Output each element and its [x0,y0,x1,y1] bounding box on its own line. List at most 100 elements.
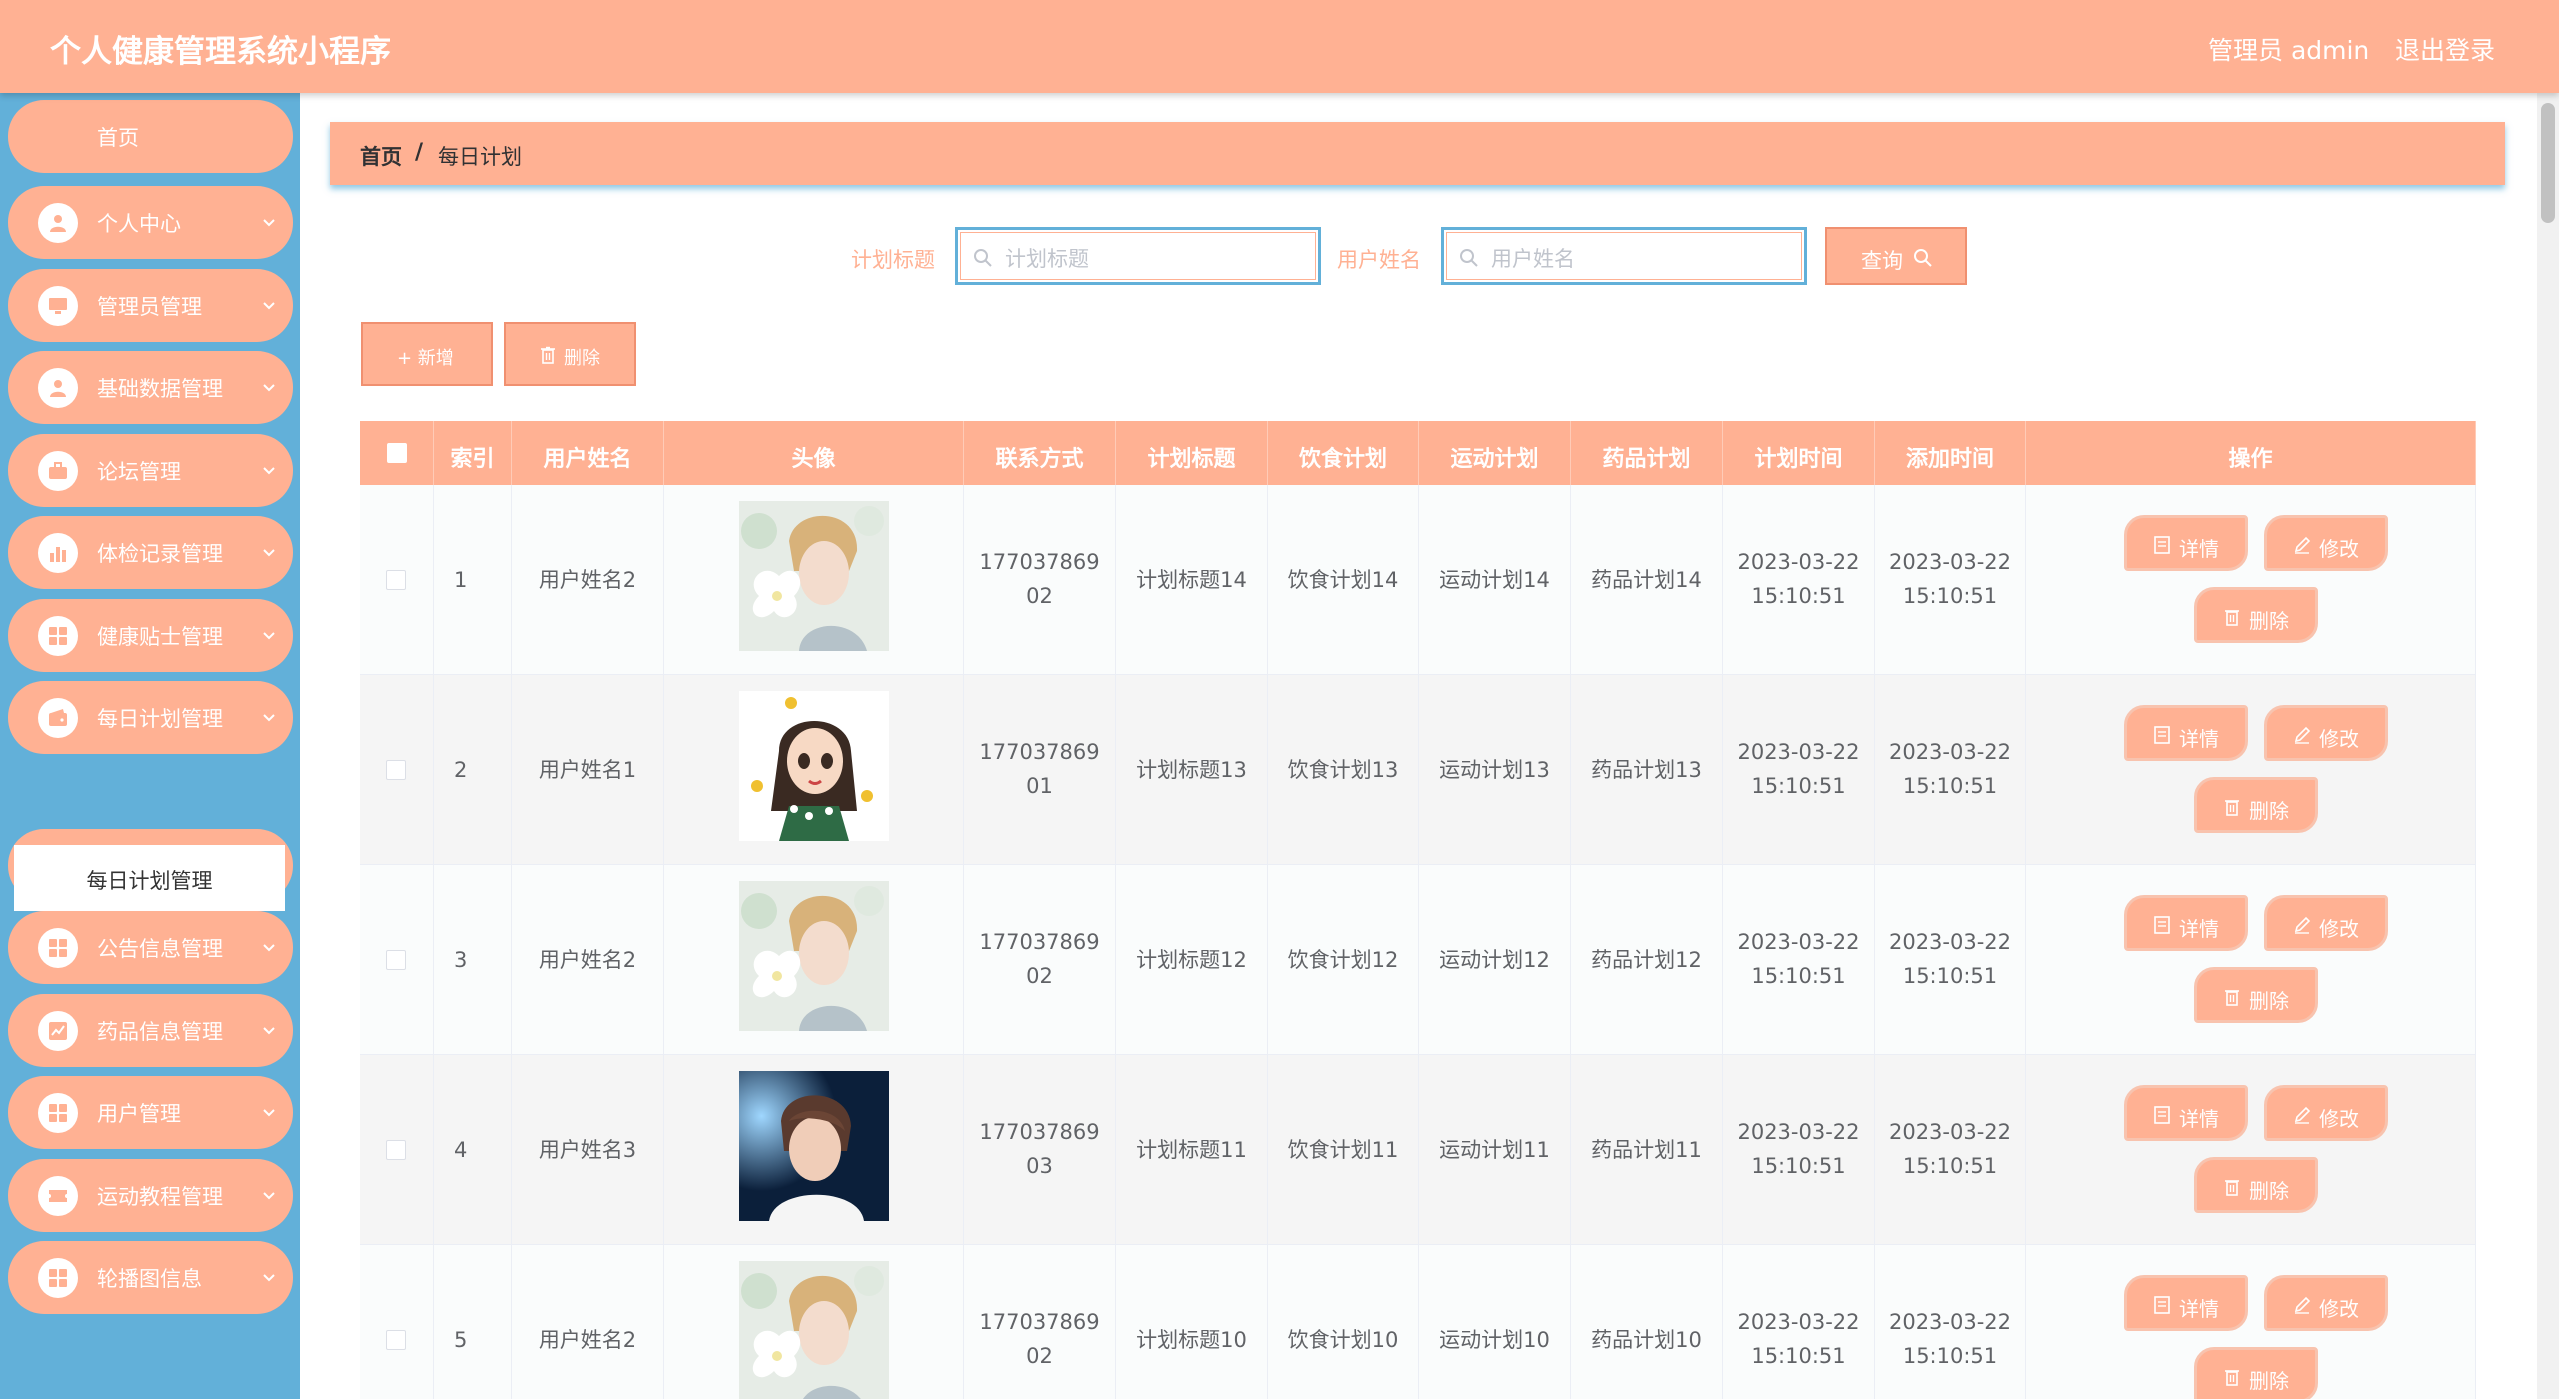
wallet-icon [49,709,67,726]
table-row[interactable]: 3 用户姓名2 177037869 02 计划标题12 饮食计划12 运动计划12 药品计划1… [360,865,2476,1055]
delete-button[interactable]: 删除 [2194,1157,2318,1213]
sidebar-item-label: 公告信息管理 [97,937,223,961]
breadcrumb-home[interactable]: 首页 [360,141,402,171]
sidebar-item-9[interactable]: 公告信息管理 [8,911,293,984]
menu-icon-wrap [38,1093,78,1133]
delete-button-label: 删除 [2249,799,2289,823]
query-button-label: 查询 [1861,249,1903,273]
sidebar-item-13[interactable]: 轮播图信息 [8,1241,293,1314]
add-button[interactable]: + 新增 [361,322,493,386]
table-cell [664,865,964,1055]
cell-text: 饮食计划14 [1287,568,1399,592]
detail-button-label: 详情 [2179,1297,2219,1321]
plan-title-input[interactable] [1005,245,1305,273]
submenu-item-daily-plan[interactable]: 每日计划管理 [14,845,285,911]
detail-button[interactable]: 详情 [2124,895,2248,951]
sidebar-item-label: 体检记录管理 [97,542,223,566]
plan-title-field[interactable] [955,227,1321,285]
detail-button[interactable]: 详情 [2124,705,2248,761]
cell-text: 2023-03-22 [1737,740,1860,764]
row-checkbox[interactable] [386,1140,406,1160]
user-name-field[interactable] [1441,227,1807,285]
table-row[interactable]: 2 用户姓名1 177037869 01 计划标题13 饮食计划13 运动计划13 药品计划1… [360,675,2476,865]
menu-icon-wrap [38,368,78,408]
detail-button[interactable]: 详情 [2124,1275,2248,1331]
search-icon [1460,249,1478,267]
table-cell: 2023-03-22 15:10:51 [1875,675,2026,865]
cell-text: 5 [454,1328,468,1352]
sidebar-item-4[interactable]: 论坛管理 [8,434,293,507]
table-cell: 计划标题14 [1116,485,1268,675]
user-icon [50,215,66,232]
select-all-checkbox[interactable] [387,443,407,463]
cell-text: 15:10:51 [1751,584,1846,608]
header-cell: 操作 [2026,421,2476,485]
header-cell: 添加时间 [1875,421,2026,485]
sidebar-item-12[interactable]: 运动教程管理 [8,1159,293,1232]
table-cell: 运动计划10 [1419,1245,1571,1399]
bar-chart-icon [50,547,66,562]
row-checkbox[interactable] [386,1330,406,1350]
table-cell: 详情 修改删除 [2026,675,2476,865]
cell-text: 177037869 [979,550,1100,574]
cell-text: 饮食计划12 [1287,948,1399,972]
table-cell: 177037869 02 [964,865,1116,1055]
sidebar-item-11[interactable]: 用户管理 [8,1076,293,1149]
row-checkbox[interactable] [386,760,406,780]
table-cell: 药品计划13 [1571,675,1723,865]
sidebar-item-5[interactable]: 体检记录管理 [8,516,293,589]
row-checkbox[interactable] [386,950,406,970]
table-cell: 运动计划12 [1419,865,1571,1055]
avatar-man-flowers [739,1261,889,1399]
table-cell [664,1055,964,1245]
scrollbar-thumb[interactable] [2541,103,2555,223]
grid-icon [49,627,67,645]
sidebar-item-label: 首页 [97,126,139,150]
detail-button[interactable]: 详情 [2124,1085,2248,1141]
sidebar-item-6[interactable]: 健康贴士管理 [8,599,293,672]
menu-icon-wrap [38,698,78,738]
sidebar-item-3[interactable]: 基础数据管理 [8,351,293,424]
query-button[interactable]: 查询 [1825,227,1967,285]
edit-button-label: 修改 [2319,1297,2359,1321]
sidebar-item-home[interactable]: 首页 [8,100,293,173]
edit-button[interactable]: 修改 [2264,1085,2388,1141]
cell-text: 运动计划12 [1439,948,1550,972]
detail-button[interactable]: 详情 [2124,515,2248,571]
edit-button[interactable]: 修改 [2264,705,2388,761]
table-cell: 2023-03-22 15:10:51 [1875,1055,2026,1245]
delete-button[interactable]: 删除 [2194,587,2318,643]
menu-icon-wrap [38,1258,78,1298]
table-cell: 饮食计划10 [1268,1245,1419,1399]
table-row[interactable]: 1 用户姓名2 177037869 02 计划标题14 饮食计划14 运动计划14 药品计划1… [360,485,2476,675]
avatar-man-flowers [739,501,889,651]
page-scrollbar[interactable] [2537,93,2559,1399]
edit-button[interactable]: 修改 [2264,1275,2388,1331]
user-name-input[interactable] [1491,245,1791,273]
table-cell: 用户姓名2 [512,1245,664,1399]
edit-button[interactable]: 修改 [2264,515,2388,571]
logout-link[interactable]: 退出登录 [2395,31,2495,67]
table-row[interactable]: 5 用户姓名2 177037869 02 计划标题10 饮食计划10 运动计划10 药品计划1… [360,1245,2476,1399]
menu-icon-wrap [38,533,78,573]
delete-button[interactable]: 删除 [2194,967,2318,1023]
sidebar-item-1[interactable]: 个人中心 [8,186,293,259]
delete-button[interactable]: 删除 [2194,1347,2318,1399]
cell-text: 2023-03-22 [1737,930,1860,954]
document-icon [2154,916,2170,934]
sidebar-item-10[interactable]: 药品信息管理 [8,994,293,1067]
cell-text: 15:10:51 [1751,1344,1846,1368]
edit-button[interactable]: 修改 [2264,895,2388,951]
delete-button[interactable]: 删除 [2194,777,2318,833]
row-checkbox[interactable] [386,570,406,590]
cell-text: 15:10:51 [1902,774,1998,798]
delete-button-label: 删除 [2249,989,2289,1013]
sidebar-item-7[interactable]: 每日计划管理 [8,681,293,754]
trash-icon [2225,610,2239,626]
sidebar-item-2[interactable]: 管理员管理 [8,269,293,342]
batch-delete-button[interactable]: 删除 [504,322,636,386]
sidebar-item-label: 论坛管理 [97,460,181,484]
menu-icon-wrap [38,1011,78,1051]
cell-text: 计划标题10 [1136,1328,1247,1352]
table-row[interactable]: 4 用户姓名3 177037869 03 计划标题11 饮食计划11 运动计划11 药品计划1… [360,1055,2476,1245]
